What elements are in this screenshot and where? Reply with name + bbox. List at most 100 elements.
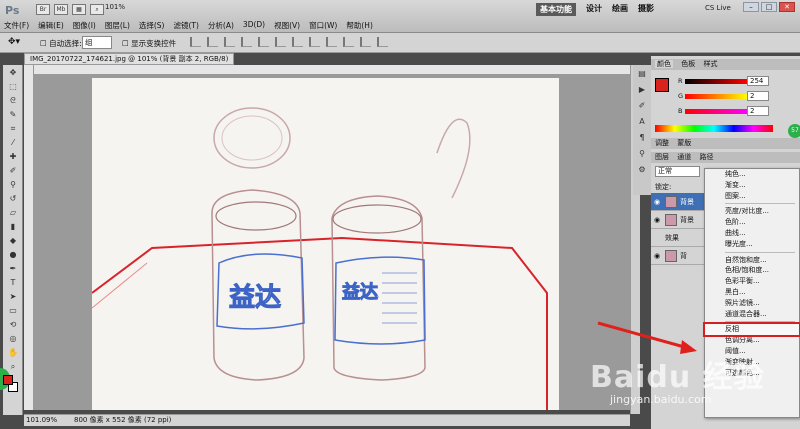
menu-item-gradient[interactable]: 渐变... — [705, 180, 799, 191]
visibility-eye-icon[interactable]: ◉ — [654, 247, 662, 265]
zoom-tool-icon[interactable]: ⌕ — [90, 4, 104, 15]
menu-item-channel-mixer[interactable]: 通道混合器... — [705, 309, 799, 320]
eraser-tool-icon[interactable]: ▱ — [4, 206, 22, 219]
align-bottom-icon[interactable] — [224, 37, 235, 47]
menu-item-posterize[interactable]: 色调分离... — [705, 335, 799, 346]
menu-item-color-balance[interactable]: 色彩平衡... — [705, 276, 799, 287]
menu-image[interactable]: 图像(I) — [73, 20, 96, 31]
3d-orbit-tool-icon[interactable]: ◎ — [4, 332, 22, 345]
menu-select[interactable]: 选择(S) — [139, 20, 165, 31]
distribute-bottom-icon[interactable] — [326, 37, 337, 47]
tab-channels[interactable]: 通道 — [677, 153, 691, 161]
foreground-color-swatch[interactable] — [3, 375, 13, 385]
distribute-right-icon[interactable] — [377, 37, 388, 47]
show-transform-checkbox[interactable]: ☐ 显示变换控件 — [122, 38, 176, 49]
green-slider[interactable] — [685, 94, 747, 99]
red-value-input[interactable]: 254 — [747, 76, 769, 86]
align-right-icon[interactable] — [275, 37, 286, 47]
healing-brush-tool-icon[interactable]: ✚ — [4, 150, 22, 163]
menu-layer[interactable]: 图层(L) — [105, 20, 130, 31]
tab-masks[interactable]: 蒙版 — [677, 139, 691, 147]
workspace-painting[interactable]: 绘画 — [612, 3, 628, 16]
foreground-color-chip[interactable] — [655, 78, 669, 92]
layer-row[interactable]: ◉ 背景 — [651, 193, 705, 211]
minimize-button[interactable]: – — [743, 2, 759, 12]
crop-tool-icon[interactable]: ⌗ — [4, 122, 22, 135]
menu-help[interactable]: 帮助(H) — [346, 20, 373, 31]
align-left-icon[interactable] — [241, 37, 252, 47]
mini-bridge-icon[interactable]: Mb — [54, 4, 68, 15]
auto-select-target-select[interactable]: 组 — [82, 36, 112, 49]
layer-row[interactable]: ◉ 背景 — [651, 211, 705, 229]
clone-source-panel-icon[interactable]: ⚲ — [635, 149, 649, 161]
blur-tool-icon[interactable]: ◆ — [4, 234, 22, 247]
menu-file[interactable]: 文件(F) — [4, 20, 29, 31]
menu-item-vibrance[interactable]: 自然饱和度... — [705, 255, 799, 266]
marquee-tool-icon[interactable]: ⬚ — [4, 80, 22, 93]
align-vcenter-icon[interactable] — [207, 37, 218, 47]
eyedropper-tool-icon[interactable]: ⁄ — [4, 136, 22, 149]
blue-slider[interactable] — [685, 109, 747, 114]
visibility-eye-icon[interactable]: ◉ — [654, 193, 662, 211]
path-selection-tool-icon[interactable]: ➤ — [4, 290, 22, 303]
brush-tool-icon[interactable]: ✐ — [4, 164, 22, 177]
tool-presets-panel-icon[interactable]: ⚙ — [635, 165, 649, 177]
layer-row[interactable]: 效果 — [651, 229, 705, 247]
distribute-top-icon[interactable] — [292, 37, 303, 47]
pen-tool-icon[interactable]: ✒ — [4, 262, 22, 275]
zoom-level-select[interactable]: 101% — [105, 3, 125, 11]
workspace-photography[interactable]: 摄影 — [638, 3, 654, 16]
gradient-tool-icon[interactable]: ▮ — [4, 220, 22, 233]
menu-item-black-white[interactable]: 黑白... — [705, 287, 799, 298]
tab-swatches[interactable]: 色板 — [681, 60, 695, 68]
workspace-essentials[interactable]: 基本功能 — [536, 3, 576, 16]
menu-filter[interactable]: 滤镜(T) — [174, 20, 199, 31]
layer-row[interactable]: ◉ 背 — [651, 247, 705, 265]
menu-item-invert[interactable]: 反相 — [703, 322, 800, 338]
menu-item-brightness-contrast[interactable]: 亮度/对比度... — [705, 206, 799, 217]
notification-badge[interactable]: 57 — [788, 124, 800, 138]
menu-3d[interactable]: 3D(D) — [243, 20, 265, 31]
maximize-button[interactable]: □ — [761, 2, 777, 12]
visibility-eye-icon[interactable]: ◉ — [654, 211, 662, 229]
align-top-icon[interactable] — [190, 37, 201, 47]
type-tool-icon[interactable]: T — [4, 276, 22, 289]
tab-paths[interactable]: 路径 — [699, 153, 713, 161]
red-slider[interactable] — [685, 79, 747, 84]
move-tool-icon[interactable]: ✥▾ — [8, 37, 20, 47]
3d-rotate-tool-icon[interactable]: ⟲ — [4, 318, 22, 331]
menu-analysis[interactable]: 分析(A) — [208, 20, 234, 31]
move-tool-icon[interactable]: ✥ — [4, 66, 22, 79]
dodge-tool-icon[interactable]: ● — [4, 248, 22, 261]
color-spectrum-bar[interactable] — [655, 125, 773, 132]
align-hcenter-icon[interactable] — [258, 37, 269, 47]
history-panel-icon[interactable]: ▤ — [635, 69, 649, 81]
green-value-input[interactable]: 2 — [747, 91, 769, 101]
menu-view[interactable]: 视图(V) — [274, 20, 300, 31]
distribute-hcenter-icon[interactable] — [360, 37, 371, 47]
menu-item-photo-filter[interactable]: 照片滤镜... — [705, 298, 799, 309]
menu-item-exposure[interactable]: 曝光度... — [705, 239, 799, 250]
bridge-icon[interactable]: Br — [36, 4, 50, 15]
view-extras-icon[interactable]: ▦ — [72, 4, 86, 15]
tab-adjustments[interactable]: 调整 — [655, 139, 669, 147]
status-zoom[interactable]: 101.09% — [26, 415, 57, 426]
tab-color[interactable]: 颜色 — [655, 60, 673, 68]
menu-item-solid-color[interactable]: 纯色... — [705, 169, 799, 180]
history-brush-tool-icon[interactable]: ↺ — [4, 192, 22, 205]
menu-window[interactable]: 窗口(W) — [309, 20, 337, 31]
menu-item-levels[interactable]: 色阶... — [705, 217, 799, 228]
lasso-tool-icon[interactable]: ᘓ — [4, 94, 22, 107]
cs-live-button[interactable]: CS Live — [705, 4, 731, 12]
actions-panel-icon[interactable]: ▶ — [635, 85, 649, 97]
brush-panel-icon[interactable]: ✐ — [635, 101, 649, 113]
menu-item-pattern[interactable]: 图案... — [705, 191, 799, 202]
clone-stamp-tool-icon[interactable]: ⚲ — [4, 178, 22, 191]
paragraph-panel-icon[interactable]: ¶ — [635, 133, 649, 145]
menu-item-hue-saturation[interactable]: 色相/饱和度... — [705, 265, 799, 276]
blend-mode-select[interactable]: 正常 — [655, 166, 700, 177]
character-panel-icon[interactable]: A — [635, 117, 649, 129]
close-button[interactable]: ✕ — [779, 2, 795, 12]
document-image[interactable]: 益达 益达 — [92, 78, 559, 410]
menu-edit[interactable]: 编辑(E) — [38, 20, 64, 31]
